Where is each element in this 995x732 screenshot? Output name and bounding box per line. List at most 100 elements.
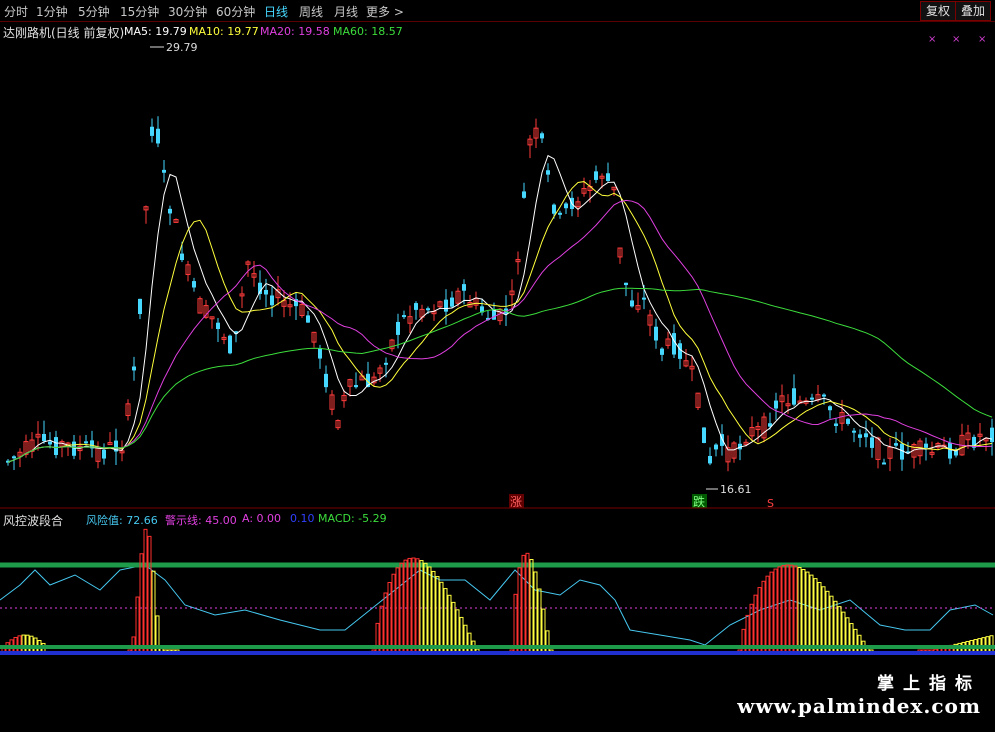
- low-label: 16.61: [720, 483, 752, 496]
- histogram-bar: [777, 566, 782, 654]
- tab-9[interactable]: 更多 >: [366, 3, 404, 20]
- histogram-bar: [757, 587, 762, 654]
- histogram-bar: [529, 559, 534, 654]
- candle-body: [84, 441, 88, 444]
- candle-body: [558, 212, 562, 215]
- kline-chart[interactable]: 29.7916.61涨跌 S: [0, 22, 995, 510]
- histogram-bar: [383, 592, 388, 654]
- tab-7[interactable]: 周线: [299, 3, 323, 20]
- candle-body: [564, 203, 568, 209]
- adjust-button[interactable]: 复权: [920, 1, 957, 21]
- candle-body: [426, 308, 430, 311]
- candle-body: [180, 253, 184, 261]
- candle-body: [990, 427, 994, 443]
- mid-band: [0, 645, 995, 649]
- overlay-button[interactable]: 叠加: [955, 1, 992, 21]
- histogram-bar: [785, 564, 790, 654]
- histogram-bar: [415, 558, 420, 654]
- candle-body: [858, 434, 862, 438]
- tab-6[interactable]: 日线: [264, 3, 288, 20]
- histogram-bar: [525, 552, 530, 654]
- histogram-bar: [143, 528, 148, 654]
- candle-body: [450, 297, 454, 307]
- candle-body: [324, 373, 328, 388]
- histogram-bar: [761, 580, 766, 654]
- candle-body: [810, 397, 814, 400]
- histogram-bar: [21, 634, 26, 654]
- histogram-bar: [769, 571, 774, 654]
- histogram-bar: [151, 570, 156, 654]
- high-label: 29.79: [166, 41, 198, 54]
- histogram-bar: [825, 590, 830, 654]
- histogram-bar: [387, 581, 392, 654]
- candle-body: [654, 326, 658, 341]
- candle-body: [852, 430, 856, 433]
- candle-body: [132, 366, 136, 371]
- candle-body: [354, 385, 358, 388]
- histogram-bar: [765, 575, 770, 654]
- candle-body: [522, 191, 526, 198]
- candle-body: [444, 299, 448, 312]
- histogram-bar: [753, 594, 758, 654]
- histogram-bar: [427, 566, 432, 654]
- watermark-url: www.palmindex.com: [737, 694, 981, 718]
- candle-body: [264, 289, 268, 295]
- candle-body: [42, 433, 46, 442]
- candle-body: [546, 170, 550, 175]
- histogram-bar: [817, 582, 822, 654]
- tab-1[interactable]: 1分钟: [36, 3, 68, 20]
- histogram-bar: [447, 594, 452, 654]
- base-band: [0, 651, 995, 655]
- candle-body: [828, 406, 832, 411]
- histogram-bar: [809, 574, 814, 654]
- histogram-bar: [857, 634, 862, 654]
- candle-body: [552, 204, 556, 214]
- candle-body: [630, 300, 634, 307]
- histogram-bar: [813, 578, 818, 654]
- tab-5[interactable]: 60分钟: [216, 3, 255, 20]
- histogram-bar: [781, 565, 786, 654]
- tab-8[interactable]: 月线: [334, 3, 358, 20]
- candle-body: [714, 444, 718, 450]
- candle-body: [462, 284, 466, 291]
- watermark-cn: 掌上指标: [877, 674, 981, 694]
- histogram-bar: [403, 559, 408, 654]
- histogram-bar: [439, 581, 444, 654]
- candle-body: [708, 455, 712, 464]
- risk-line: [0, 564, 994, 646]
- candle-body: [168, 208, 172, 214]
- candle-body: [306, 315, 310, 323]
- candle-body: [894, 443, 898, 446]
- candle-body: [12, 456, 16, 459]
- candle-body: [672, 333, 676, 355]
- candle-body: [54, 437, 58, 456]
- candle-body: [228, 335, 232, 354]
- histogram-bar: [513, 593, 518, 654]
- candle-body: [396, 321, 400, 335]
- histogram-bar: [789, 564, 794, 654]
- histogram-bar: [435, 576, 440, 654]
- tab-3[interactable]: 15分钟: [120, 3, 159, 20]
- tab-4[interactable]: 30分钟: [168, 3, 207, 20]
- histogram-bar: [431, 570, 436, 654]
- histogram-bar: [467, 632, 472, 654]
- candle-body: [384, 362, 388, 365]
- candle-body: [48, 441, 52, 445]
- period-toolbar: 分时 1分钟 5分钟 15分钟 30分钟 60分钟 日线 周线 月线 更多 >: [0, 0, 995, 22]
- histogram-bar: [853, 628, 858, 654]
- histogram-bar: [135, 596, 140, 654]
- tab-0[interactable]: 分时: [4, 3, 28, 20]
- histogram-bar: [797, 566, 802, 654]
- candle-body: [660, 348, 664, 355]
- histogram-bar: [407, 557, 412, 654]
- histogram-bar: [517, 567, 522, 654]
- candle-body: [540, 133, 544, 139]
- candle-body: [192, 281, 196, 288]
- candle-body: [216, 322, 220, 330]
- histogram-bar: [139, 553, 144, 654]
- candle-body: [642, 297, 646, 300]
- histogram-bar: [395, 567, 400, 654]
- histogram-bar: [131, 636, 136, 654]
- candle-body: [150, 126, 154, 136]
- tab-2[interactable]: 5分钟: [78, 3, 110, 20]
